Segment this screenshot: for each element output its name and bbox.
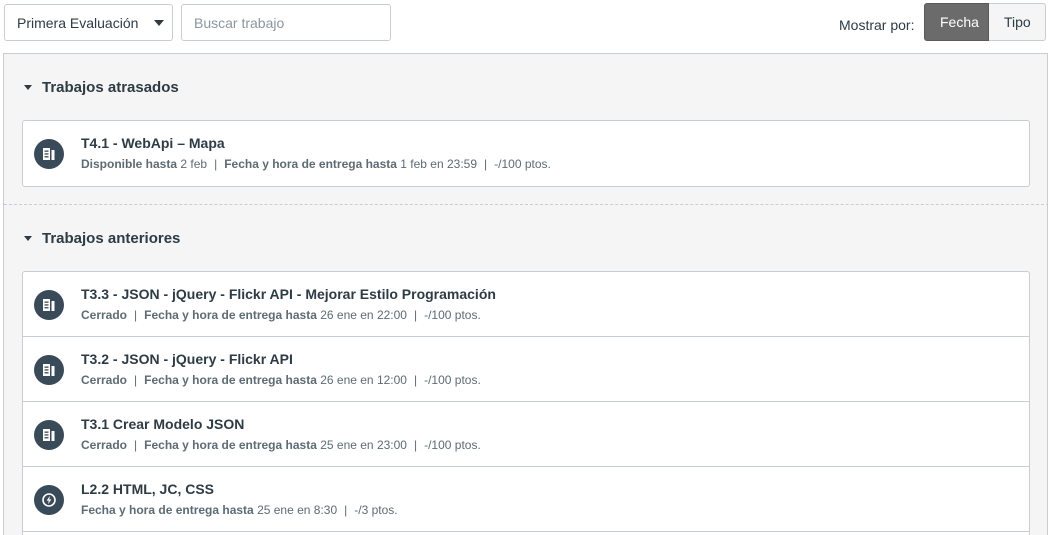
- assignment-meta: Disponible hasta 2 feb | Fecha y hora de e…: [81, 157, 551, 171]
- assignment-title-link[interactable]: L2.2 HTML, JC, CSS: [81, 481, 214, 497]
- assignment-title-link[interactable]: T3.1 Crear Modelo JSON: [81, 416, 244, 432]
- points-value: -/100 ptos.: [424, 308, 481, 322]
- assignment-row[interactable]: T3.3 - JSON - jQuery - Flickr API - Mejo…: [23, 272, 1029, 337]
- due-label: Fecha y hora de entrega hasta: [81, 503, 254, 517]
- past-assignment-list: T3.3 - JSON - jQuery - Flickr API - Mejo…: [22, 271, 1030, 535]
- due-value: 26 ene en 22:00: [320, 308, 407, 322]
- grading-period-select[interactable]: Primera Evaluación: [4, 4, 173, 41]
- status-label: Cerrado: [81, 438, 128, 452]
- chevron-down-icon: [154, 20, 164, 26]
- separator: |: [214, 157, 218, 171]
- show-by-type-button[interactable]: Tipo: [989, 3, 1046, 41]
- available-label: Disponible hasta: [81, 157, 178, 171]
- external-tool-icon: [34, 485, 64, 515]
- overdue-group-title: Trabajos atrasados: [42, 79, 179, 96]
- separator: |: [134, 308, 138, 322]
- past-group-toggle[interactable]: Trabajos anteriores: [24, 230, 180, 247]
- due-label: Fecha y hora de entrega hasta: [224, 157, 397, 171]
- overdue-assignment-list: T4.1 - WebApi – Mapa Disponible hasta 2 …: [22, 120, 1030, 187]
- separator: |: [134, 438, 138, 452]
- due-label: Fecha y hora de entrega hasta: [144, 308, 317, 322]
- status-label: Cerrado: [81, 308, 128, 322]
- group-divider: [4, 204, 1047, 205]
- assignment-icon: [34, 290, 64, 320]
- due-value: 25 ene en 8:30: [257, 503, 338, 517]
- status-label: Cerrado: [81, 373, 128, 387]
- due-label: Fecha y hora de entrega hasta: [144, 438, 317, 452]
- points-value: -/100 ptos.: [424, 373, 481, 387]
- assignment-icon: [34, 355, 64, 385]
- assignment-title-link[interactable]: T3.2 - JSON - jQuery - Flickr API: [81, 351, 293, 367]
- assignment-row[interactable]: T3.1 Crear Modelo JSON Cerrado | Fecha y h…: [23, 402, 1029, 467]
- caret-down-icon: [24, 85, 32, 90]
- assignment-row[interactable]: T4.1 - WebApi – Mapa Disponible hasta 2 …: [23, 121, 1029, 186]
- assignments-panel: Trabajos atrasados T4.1 - WebApi – Mapa …: [3, 53, 1048, 535]
- separator: |: [344, 503, 348, 517]
- points-value: -/100 ptos.: [494, 157, 551, 171]
- assignment-meta: Cerrado | Fecha y hora de entrega hasta 26…: [81, 373, 481, 387]
- due-value: 1 feb en 23:59: [400, 157, 478, 171]
- assignment-row[interactable]: T3.2 - JSON - jQuery - Flickr API Cerrad…: [23, 337, 1029, 402]
- show-by-toggle: Fecha Tipo: [924, 3, 1046, 41]
- show-by-date-button[interactable]: Fecha: [924, 3, 989, 41]
- due-label: Fecha y hora de entrega hasta: [144, 373, 317, 387]
- points-value: -/3 ptos.: [354, 503, 398, 517]
- assignment-meta: Cerrado | Fecha y hora de entrega hasta 26…: [81, 308, 481, 322]
- search-input[interactable]: [181, 4, 391, 41]
- due-value: 26 ene en 12:00: [320, 373, 407, 387]
- assignment-title-link[interactable]: T3.3 - JSON - jQuery - Flickr API - Mejo…: [81, 286, 496, 302]
- assignment-row[interactable]: L2.2 HTML, JC, CSS Fecha y hora de entre…: [23, 467, 1029, 532]
- overdue-group-toggle[interactable]: Trabajos atrasados: [24, 79, 179, 96]
- assignment-icon: [34, 139, 64, 169]
- separator: |: [134, 373, 138, 387]
- assignment-meta: Cerrado | Fecha y hora de entrega hasta 25…: [81, 438, 481, 452]
- grading-period-value: Primera Evaluación: [17, 15, 139, 31]
- separator: |: [413, 438, 418, 452]
- assignments-toolbar: Primera Evaluación Mostrar por: Fecha Ti…: [0, 0, 1055, 48]
- assignment-title-link[interactable]: T4.1 - WebApi – Mapa: [81, 135, 225, 151]
- available-value: 2 feb: [180, 157, 208, 171]
- assignment-meta: Fecha y hora de entrega hasta 25 ene en …: [81, 503, 398, 517]
- separator: |: [413, 308, 418, 322]
- assignment-icon: [34, 420, 64, 450]
- past-group-title: Trabajos anteriores: [42, 230, 181, 247]
- due-value: 25 ene en 23:00: [320, 438, 407, 452]
- separator: |: [484, 157, 488, 171]
- show-by-label: Mostrar por:: [839, 17, 915, 33]
- points-value: -/100 ptos.: [424, 438, 481, 452]
- separator: |: [413, 373, 418, 387]
- caret-down-icon: [24, 236, 32, 241]
